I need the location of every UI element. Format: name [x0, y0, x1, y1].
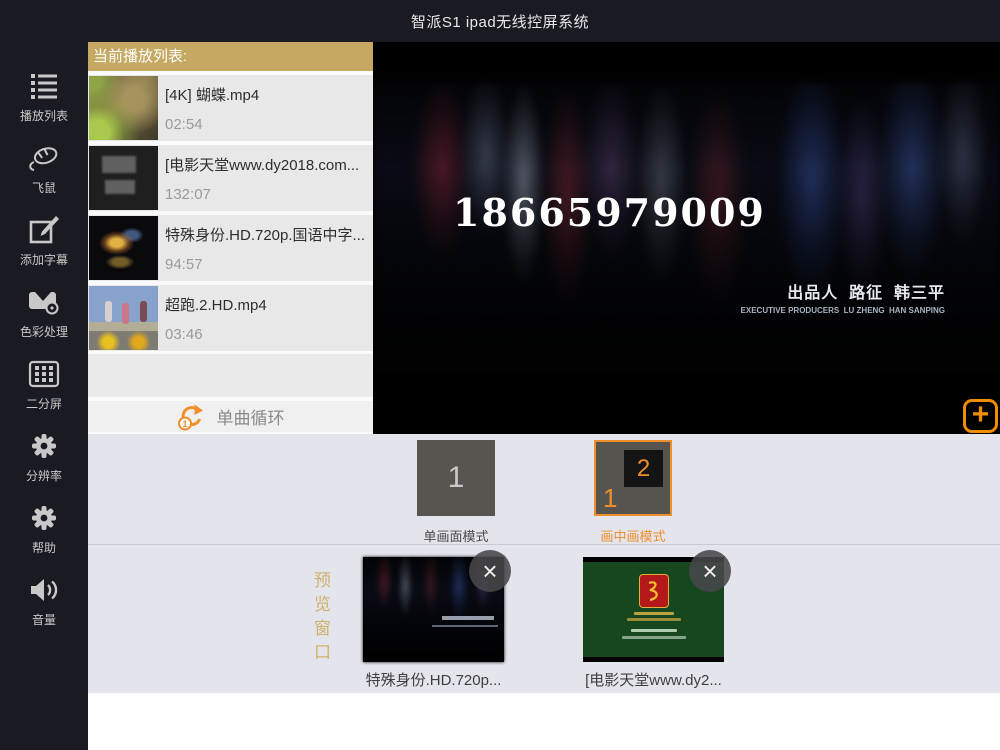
video-duration: 132:07: [165, 186, 359, 203]
sidebar-item-label: 飞鼠: [32, 179, 56, 196]
preview-section-label: 预览窗口: [308, 571, 333, 667]
loop-badge: 1: [182, 419, 188, 430]
sidebar-item-label: 播放列表: [20, 107, 68, 124]
screen-mirror-area: 18665979009 出品人 路征 韩三平 EXECUTIVE PRODUCE…: [373, 42, 1000, 434]
playlist-header: 当前播放列表:: [88, 42, 373, 71]
mouse-icon: [26, 141, 62, 175]
single-mode-badge: 1: [417, 440, 495, 516]
sidebar-item-split-screen[interactable]: 二分屏: [0, 348, 88, 420]
video-duration: 02:54: [165, 116, 259, 133]
playlist-item[interactable]: [4K] 蝴蝶.mp4 02:54: [88, 75, 373, 141]
sidebar-item-label: 二分屏: [26, 395, 62, 412]
credits-chinese: 出品人 路征 韩三平: [741, 279, 945, 303]
sidebar-item-volume[interactable]: 音量: [0, 564, 88, 636]
sidebar-item-resolution[interactable]: 分辨率: [0, 420, 88, 492]
sidebar-item-label: 色彩处理: [20, 323, 68, 340]
pip-mode-label: 画中画模式: [553, 526, 713, 545]
video-duration: 03:46: [165, 326, 267, 343]
sidebar-item-help[interactable]: 帮助: [0, 492, 88, 564]
sidebar-item-label: 添加字幕: [20, 251, 68, 268]
preview-window: × [电影天堂www.dy2...: [583, 557, 724, 690]
preview-window: × 特殊身份.HD.720p...: [363, 557, 504, 690]
dragon-logo: [639, 574, 669, 608]
add-window-button[interactable]: +: [963, 399, 998, 433]
loop-mode-label: 单曲循环: [217, 404, 285, 429]
edit-icon: [28, 213, 60, 247]
gear-icon: [29, 429, 59, 463]
page-title: 智派S1 ipad无线控屏系统: [411, 11, 589, 32]
video-credits: 出品人 路征 韩三平 EXECUTIVE PRODUCERS LU ZHENG …: [741, 279, 945, 315]
sidebar-item-label: 音量: [32, 611, 56, 628]
preview-caption: [电影天堂www.dy2...: [583, 669, 724, 690]
playlist-panel: 当前播放列表: [4K] 蝴蝶.mp4 02:54 [电影天堂www.dy201…: [88, 42, 373, 434]
sidebar-item-label: 帮助: [32, 539, 56, 556]
volume-icon: [28, 573, 60, 607]
playlist-item[interactable]: [电影天堂www.dy2018.com... 132:07: [88, 145, 373, 211]
playlist-item[interactable]: 超跑.2.HD.mp4 03:46: [88, 285, 373, 351]
video-thumbnail: [89, 216, 158, 280]
playlist-icon: [28, 69, 60, 103]
sidebar-item-air-mouse[interactable]: 飞鼠: [0, 132, 88, 204]
video-thumbnail: [89, 146, 158, 210]
app-window: 智派S1 ipad无线控屏系统 播放列表: [0, 0, 1000, 750]
mode-option-pip[interactable]: 1 2 画中画模式: [594, 440, 672, 516]
video-duration: 94:57: [165, 256, 365, 273]
single-mode-label: 单画面模式: [376, 526, 536, 545]
credits-english: EXECUTIVE PRODUCERS LU ZHENG HAN SANPING: [741, 306, 945, 315]
sidebar-item-color-process[interactable]: 色彩处理: [0, 276, 88, 348]
sidebar: 播放列表 飞鼠 添加: [0, 42, 88, 750]
gear-icon: [29, 501, 59, 535]
preview-thumbnail[interactable]: ×: [583, 557, 724, 662]
video-thumbnail: [89, 76, 158, 140]
mode-option-single[interactable]: 1 单画面模式: [417, 440, 495, 516]
display-mode-strip: 1 单画面模式 1 2 画中画模式: [88, 434, 1000, 544]
loop-mode-control[interactable]: 1 单曲循环: [88, 401, 373, 432]
video-title: 超跑.2.HD.mp4: [165, 294, 267, 315]
sidebar-item-playlist[interactable]: 播放列表: [0, 60, 88, 132]
playlist-empty-area: [88, 354, 373, 397]
video-title: 特殊身份.HD.720p.国语中字...: [165, 224, 365, 245]
pip-inset-badge: 2: [637, 455, 650, 483]
video-title: [电影天堂www.dy2018.com...: [165, 154, 359, 175]
preview-thumbnail[interactable]: ×: [363, 557, 504, 662]
video-title: [4K] 蝴蝶.mp4: [165, 84, 259, 105]
single-mode-preview-box: 1: [417, 440, 495, 516]
close-icon[interactable]: ×: [469, 550, 511, 592]
sidebar-item-label: 分辨率: [26, 467, 62, 484]
close-icon[interactable]: ×: [689, 550, 731, 592]
video-thumbnail: [89, 286, 158, 350]
preview-windows-strip: 预览窗口 × 特殊身份.HD.720p...: [88, 544, 1000, 693]
video-watermark-phone: 18665979009: [453, 190, 766, 235]
split-screen-grid-icon: [28, 357, 60, 391]
pip-inset-box: 2: [624, 450, 663, 487]
pip-mode-preview-box: 1 2: [594, 440, 672, 516]
title-bar: 智派S1 ipad无线控屏系统: [0, 0, 1000, 42]
pip-main-badge: 1: [603, 483, 617, 514]
playlist-item[interactable]: 特殊身份.HD.720p.国语中字... 94:57: [88, 215, 373, 281]
single-loop-icon: 1: [177, 403, 205, 431]
color-image-icon: [27, 285, 61, 319]
preview-caption: 特殊身份.HD.720p...: [363, 669, 504, 690]
sidebar-item-add-subtitle[interactable]: 添加字幕: [0, 204, 88, 276]
